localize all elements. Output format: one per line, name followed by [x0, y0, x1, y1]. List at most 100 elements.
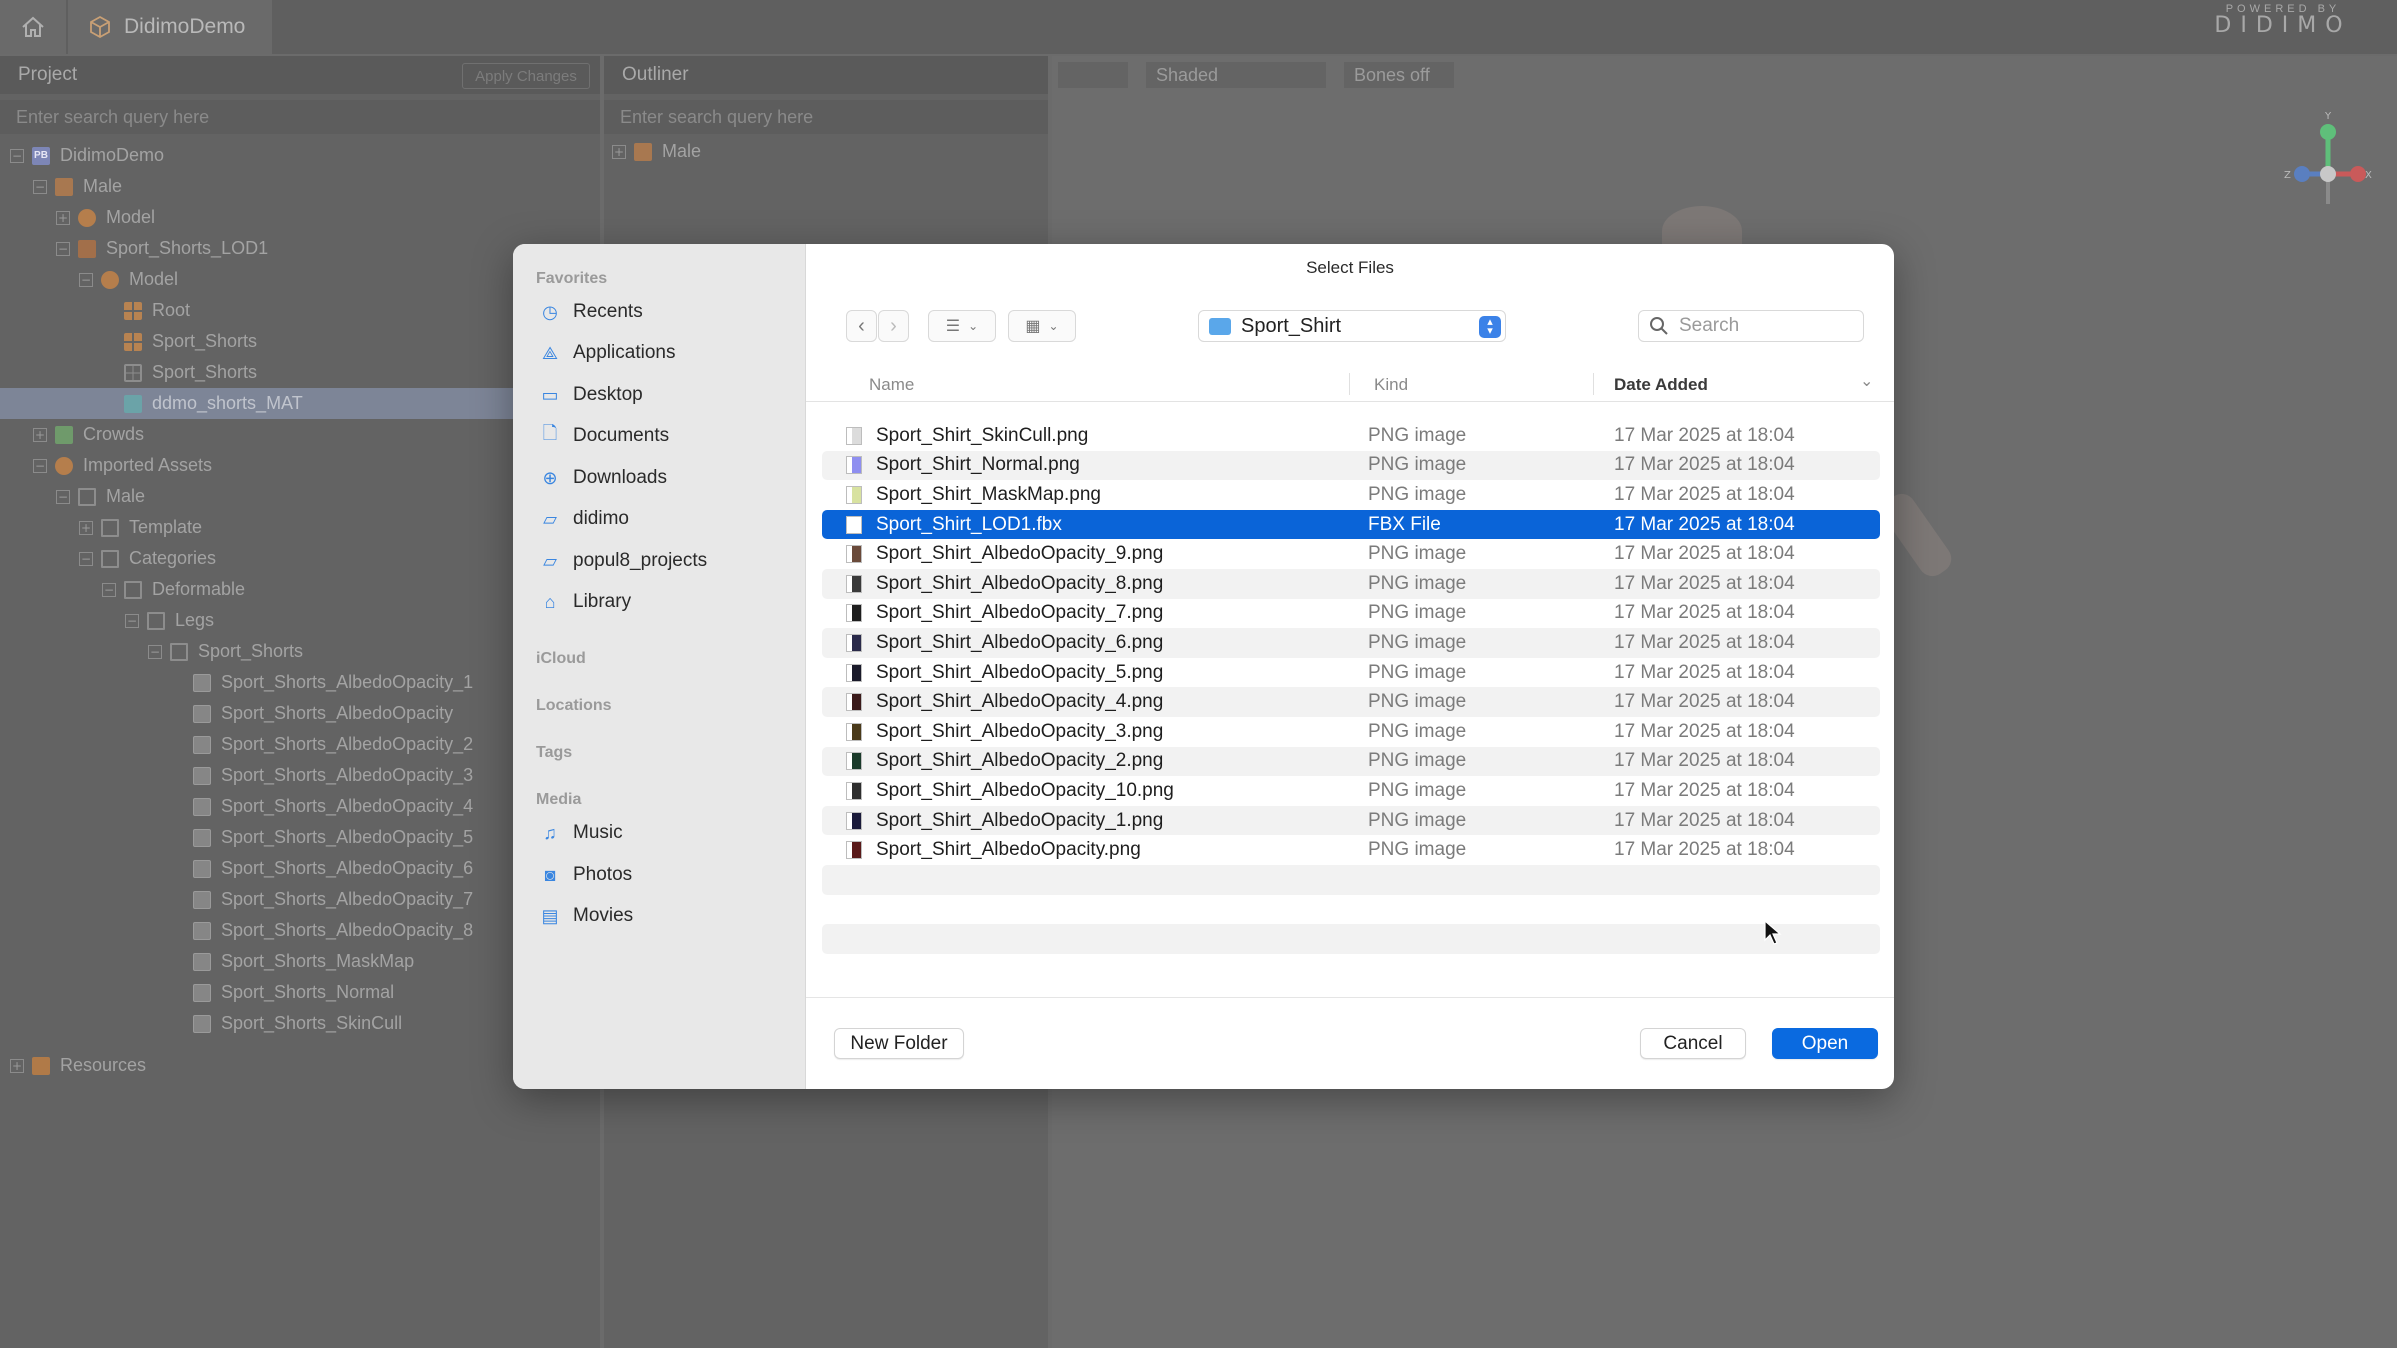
collapse-icon[interactable]: −: [79, 272, 93, 287]
file-row[interactable]: Sport_Shirt_AlbedoOpacity_6.png PNG image…: [822, 628, 1880, 658]
sidebar-item-documents[interactable]: 🗋 Documents: [539, 422, 669, 450]
male-icon: [55, 177, 73, 196]
list-view-button[interactable]: ☰ ⌄: [928, 310, 996, 342]
tree-item[interactable]: Sport_Shorts_AlbedoOpacity_2: [0, 729, 600, 760]
project-search-input[interactable]: Enter search query here: [0, 100, 600, 134]
collapse-icon[interactable]: −: [56, 489, 70, 504]
collapse-icon[interactable]: −: [10, 148, 24, 163]
file-row[interactable]: Sport_Shirt_Normal.png PNG image 17 Mar 20…: [822, 450, 1880, 481]
file-row[interactable]: Sport_Shirt_AlbedoOpacity_9.png PNG image…: [822, 539, 1880, 569]
apply-changes-button[interactable]: Apply Changes: [462, 63, 590, 89]
column-name[interactable]: Name: [869, 375, 914, 395]
file-row[interactable]: Sport_Shirt_AlbedoOpacity.png PNG image 17…: [822, 835, 1880, 865]
sidebar-item-downloads[interactable]: ⊕ Downloads: [539, 464, 667, 492]
tree-item[interactable]: Sport_Shorts: [0, 326, 600, 357]
file-row[interactable]: Sport_Shirt_AlbedoOpacity_3.png PNG image…: [822, 717, 1880, 747]
sidebar-item-photos[interactable]: ◙ Photos: [539, 861, 633, 889]
tags-section-title[interactable]: Tags: [536, 744, 572, 762]
expand-icon[interactable]: +: [33, 427, 47, 442]
collapse-icon[interactable]: −: [148, 644, 162, 659]
tree-item[interactable]: Sport_Shorts_AlbedoOpacity_3: [0, 760, 600, 791]
expand-icon[interactable]: +: [79, 520, 93, 535]
shading-dropdown[interactable]: Shaded: [1146, 62, 1326, 88]
tree-item[interactable]: + Template: [0, 512, 600, 543]
tree-item[interactable]: + Resources: [0, 1050, 600, 1081]
open-button[interactable]: Open: [1772, 1028, 1878, 1059]
new-folder-button[interactable]: New Folder: [834, 1028, 964, 1059]
outliner-item-male[interactable]: + Male: [604, 136, 1048, 167]
file-row[interactable]: Sport_Shirt_AlbedoOpacity_2.png PNG image…: [822, 746, 1880, 777]
tree-item[interactable]: Sport_Shorts_AlbedoOpacity_4: [0, 791, 600, 822]
collapse-icon[interactable]: −: [125, 613, 139, 628]
tree-item[interactable]: − Model: [0, 264, 600, 295]
sidebar-item-popul8-projects[interactable]: ▱ popul8_projects: [539, 547, 707, 575]
sidebar-item-desktop[interactable]: ▭ Desktop: [539, 381, 642, 409]
tree-item[interactable]: Sport_Shorts_Normal: [0, 977, 600, 1008]
file-row[interactable]: Sport_Shirt_LOD1.fbx FBX File 17 Mar 2025 …: [822, 509, 1880, 540]
collapse-icon[interactable]: −: [56, 241, 70, 256]
tree-item[interactable]: Sport_Shorts_AlbedoOpacity_6: [0, 853, 600, 884]
tree-item[interactable]: Sport_Shorts_AlbedoOpacity_7: [0, 884, 600, 915]
tree-item[interactable]: − Deformable: [0, 574, 600, 605]
collapse-icon[interactable]: −: [102, 582, 116, 597]
app-tab[interactable]: DidimoDemo: [68, 0, 272, 54]
sidebar-item-didimo[interactable]: ▱ didimo: [539, 505, 629, 533]
tree-item[interactable]: − Legs: [0, 605, 600, 636]
tree-item[interactable]: Sport_Shorts_MaskMap: [0, 946, 600, 977]
sidebar-item-recents[interactable]: ◷ Recents: [539, 298, 643, 326]
file-row[interactable]: Sport_Shirt_SkinCull.png PNG image 17 Mar …: [822, 421, 1880, 451]
tree-item[interactable]: Sport_Shorts: [0, 357, 600, 388]
collapse-icon[interactable]: −: [33, 458, 47, 473]
collapse-icon[interactable]: −: [33, 179, 47, 194]
column-date-added[interactable]: Date Added: [1614, 375, 1708, 395]
file-row[interactable]: Sport_Shirt_AlbedoOpacity_10.png PNG imag…: [822, 776, 1880, 806]
tree-item[interactable]: + Model: [0, 202, 600, 233]
tree-item[interactable]: + Crowds: [0, 419, 600, 450]
tree-item[interactable]: − Sport_Shorts: [0, 636, 600, 667]
forward-button[interactable]: ›: [878, 310, 909, 342]
tree-item[interactable]: Sport_Shorts_AlbedoOpacity_1: [0, 667, 600, 698]
sidebar-item-library[interactable]: ⌂ Library: [539, 588, 632, 616]
viewport-mode-button[interactable]: [1058, 62, 1128, 88]
icloud-section-title[interactable]: iCloud: [536, 650, 586, 668]
expand-icon[interactable]: +: [56, 210, 70, 225]
file-row[interactable]: Sport_Shirt_AlbedoOpacity_4.png PNG image…: [822, 687, 1880, 717]
locations-section-title[interactable]: Locations: [536, 697, 612, 715]
updown-icon: ▴ ▾: [1479, 316, 1501, 338]
column-kind[interactable]: Kind: [1374, 375, 1408, 395]
back-button[interactable]: ‹: [846, 310, 877, 342]
tree-item[interactable]: − Male: [0, 171, 600, 202]
tree-item[interactable]: − Male: [0, 481, 600, 512]
file-row[interactable]: Sport_Shirt_AlbedoOpacity_7.png PNG image…: [822, 599, 1880, 629]
tree-item[interactable]: Root: [0, 295, 600, 326]
tree-item[interactable]: Sport_Shorts_AlbedoOpacity_5: [0, 822, 600, 853]
tree-item[interactable]: Sport_Shorts_AlbedoOpacity_8: [0, 915, 600, 946]
tree-item[interactable]: Sport_Shorts_AlbedoOpacity: [0, 698, 600, 729]
file-row[interactable]: Sport_Shirt_AlbedoOpacity_8.png PNG image…: [822, 568, 1880, 599]
expand-icon[interactable]: +: [10, 1058, 24, 1073]
tree-item[interactable]: − Sport_Shorts_LOD1: [0, 233, 600, 264]
sidebar-item-music[interactable]: ♫ Music: [539, 819, 622, 847]
collapse-icon[interactable]: −: [79, 551, 93, 566]
cancel-button[interactable]: Cancel: [1640, 1028, 1746, 1059]
file-row[interactable]: Sport_Shirt_MaskMap.png PNG image 17 Mar 2…: [822, 480, 1880, 510]
sidebar-item-movies[interactable]: ▤ Movies: [539, 902, 633, 930]
path-selector[interactable]: Sport_Shirt ▴ ▾: [1198, 310, 1506, 342]
bones-toggle[interactable]: Bones off: [1344, 62, 1454, 88]
home-button[interactable]: [0, 0, 66, 54]
expand-icon[interactable]: +: [612, 144, 626, 159]
tree-item[interactable]: Sport_Shorts_SkinCull: [0, 1008, 600, 1039]
grid-view-button[interactable]: ▦ ⌄: [1008, 310, 1076, 342]
file-row[interactable]: Sport_Shirt_AlbedoOpacity_1.png PNG image…: [822, 805, 1880, 836]
tree-item[interactable]: − Categories: [0, 543, 600, 574]
axis-gizmo[interactable]: Y X Z: [2262, 110, 2372, 240]
sort-chevron-icon[interactable]: ⌄: [1860, 371, 1873, 391]
tree-item[interactable]: − PB DidimoDemo: [0, 140, 600, 171]
tree-item[interactable]: − Imported Assets: [0, 450, 600, 481]
project-panel: Project Apply Changes Enter search query…: [0, 56, 600, 1348]
file-row[interactable]: Sport_Shirt_AlbedoOpacity_5.png PNG image…: [822, 658, 1880, 688]
outliner-search-input[interactable]: Enter search query here: [604, 100, 1048, 134]
sidebar-item-applications[interactable]: ⟁ Applications: [539, 339, 675, 367]
tree-item[interactable]: ddmo_shorts_MAT: [0, 388, 600, 419]
dialog-search-input[interactable]: Search: [1638, 310, 1864, 342]
